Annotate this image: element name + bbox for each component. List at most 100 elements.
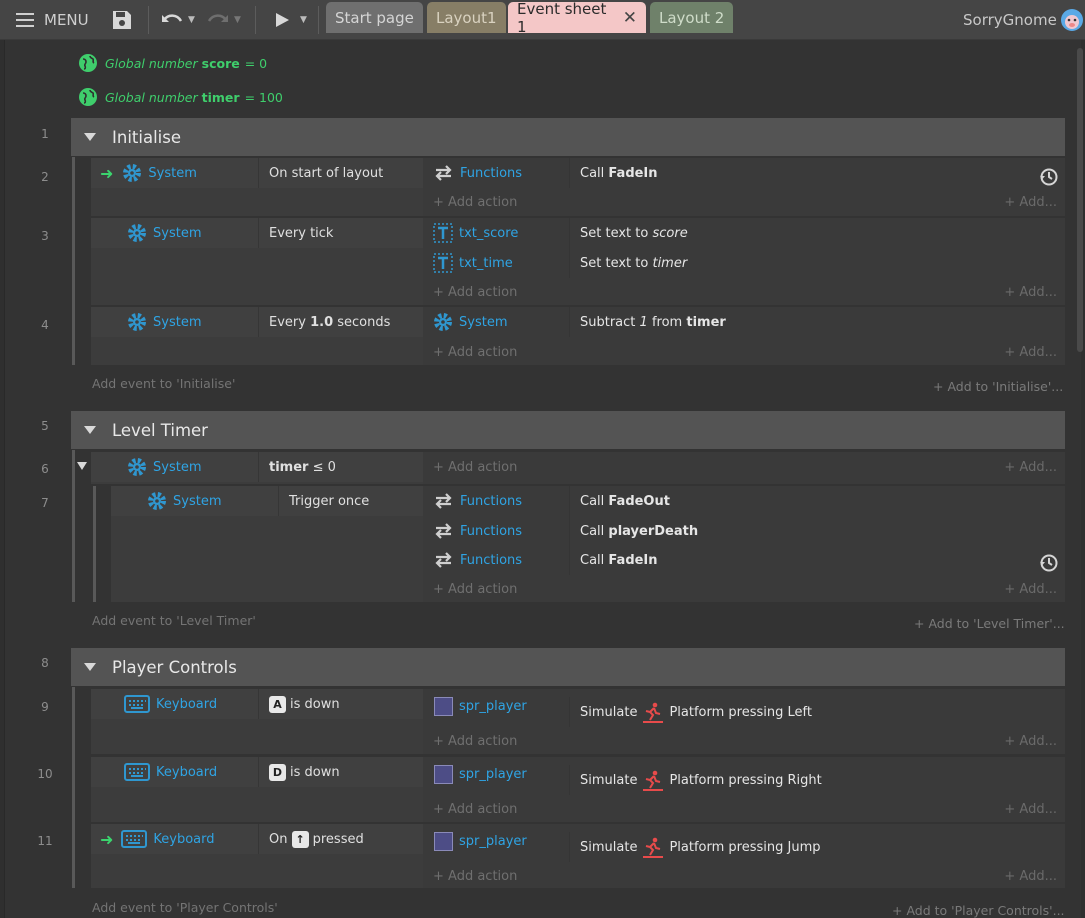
action-row[interactable]: Functions Call FadeIn bbox=[423, 545, 1065, 575]
add-action-button[interactable]: + Add action bbox=[433, 190, 517, 214]
action-row[interactable]: System Subtract 1 from timer bbox=[423, 307, 1065, 337]
condition-object[interactable]: Keyboard bbox=[91, 757, 258, 787]
condition-object[interactable]: Keyboard bbox=[91, 689, 258, 719]
preview-dropdown-icon[interactable]: ▼ bbox=[300, 15, 307, 25]
action-text[interactable]: Simulate Platform pressing Left bbox=[569, 697, 1065, 727]
save-button[interactable] bbox=[111, 0, 133, 40]
scrollbar[interactable] bbox=[1077, 48, 1083, 352]
tab-start-page[interactable]: Start page bbox=[326, 2, 423, 33]
add-to-group-button[interactable]: + Add to 'Level Timer'... bbox=[914, 616, 1065, 631]
action-row[interactable]: spr_player Simulate Platform pressing Ri… bbox=[423, 759, 1065, 795]
action-object[interactable]: System bbox=[423, 307, 569, 337]
event-block[interactable]: System timer ≤ 0 + Add action + Add... bbox=[91, 452, 1065, 484]
action-text[interactable]: Set text to score bbox=[569, 218, 1065, 248]
add-action-button[interactable]: + Add action bbox=[433, 455, 517, 479]
event-block[interactable]: System Trigger once Functions Call FadeO… bbox=[111, 486, 1065, 602]
add-more-button[interactable]: + Add... bbox=[1004, 864, 1057, 888]
action-text[interactable]: Call playerDeath bbox=[569, 516, 1065, 546]
add-event-to-group[interactable]: Add event to 'Initialise' bbox=[92, 376, 235, 391]
event-block[interactable]: System Every 1.0 seconds System Subtract… bbox=[91, 307, 1065, 365]
action-text[interactable]: Set text to timer bbox=[569, 248, 1065, 278]
add-action-button[interactable]: + Add action bbox=[433, 797, 517, 821]
global-variable-timer[interactable]: Global number timer = 100 bbox=[78, 86, 283, 108]
add-action-button[interactable]: + Add action bbox=[433, 864, 517, 888]
group-header-player-controls[interactable]: Player Controls bbox=[71, 648, 1065, 686]
collapse-icon[interactable] bbox=[84, 426, 96, 434]
add-action-button[interactable]: + Add action bbox=[433, 280, 517, 304]
add-event-to-group[interactable]: Add event to 'Level Timer' bbox=[92, 613, 256, 628]
tab-layout1[interactable]: Layout1 bbox=[427, 2, 506, 33]
event-block[interactable]: ➜ Keyboard On ↑ pressed spr_player Simula… bbox=[91, 824, 1065, 888]
condition-text[interactable]: Every 1.0 seconds bbox=[258, 307, 423, 337]
action-row[interactable]: spr_player Simulate Platform pressing Le… bbox=[423, 691, 1065, 727]
action-object[interactable]: spr_player bbox=[423, 826, 569, 856]
collapse-icon[interactable] bbox=[84, 133, 96, 141]
action-object[interactable]: txt_score bbox=[423, 218, 569, 248]
condition-text[interactable]: Dis down bbox=[258, 757, 423, 787]
action-row[interactable]: txt_score Set text to score bbox=[423, 218, 1065, 248]
condition-object[interactable]: System bbox=[111, 486, 278, 516]
condition-object[interactable]: System bbox=[91, 452, 258, 482]
condition-text[interactable]: On start of layout bbox=[258, 158, 423, 188]
undo-button[interactable]: ▼ bbox=[160, 0, 195, 40]
add-more-button[interactable]: + Add... bbox=[1004, 729, 1057, 753]
menu-button[interactable]: MENU bbox=[16, 0, 89, 40]
add-more-button[interactable]: + Add... bbox=[1004, 280, 1057, 304]
group-header-level-timer[interactable]: Level Timer bbox=[71, 411, 1065, 449]
add-event-to-group[interactable]: Add event to 'Player Controls' bbox=[92, 900, 278, 915]
condition-text[interactable]: Ais down bbox=[258, 689, 423, 719]
action-text[interactable]: Simulate Platform pressing Jump bbox=[569, 832, 1065, 862]
condition-object[interactable]: System bbox=[91, 218, 258, 248]
tab-event-sheet-1[interactable]: Event sheet 1 ✕ bbox=[508, 0, 646, 36]
action-text[interactable]: Call FadeIn bbox=[569, 158, 1065, 188]
action-object[interactable]: spr_player bbox=[423, 759, 569, 789]
add-to-group-button[interactable]: + Add to 'Initialise'... bbox=[933, 379, 1063, 394]
close-icon[interactable]: ✕ bbox=[623, 8, 637, 28]
event-block[interactable]: Keyboard Ais down spr_player Simulate Pl… bbox=[91, 689, 1065, 754]
add-more-button[interactable]: + Add... bbox=[1004, 190, 1057, 214]
action-row[interactable]: txt_time Set text to timer bbox=[423, 248, 1065, 278]
undo-dropdown-icon[interactable]: ▼ bbox=[188, 15, 195, 25]
add-more-button[interactable]: + Add... bbox=[1004, 455, 1057, 479]
condition-text[interactable]: Trigger once bbox=[278, 486, 423, 516]
user-account[interactable]: SorryGnome bbox=[963, 0, 1084, 40]
add-action-button[interactable]: + Add action bbox=[433, 577, 517, 601]
preview-button[interactable]: ▼ bbox=[274, 0, 307, 40]
add-to-group-button[interactable]: + Add to 'Player Controls'... bbox=[892, 903, 1065, 918]
collapse-icon[interactable] bbox=[84, 663, 96, 671]
action-row[interactable]: Functions Call FadeIn bbox=[423, 158, 1065, 188]
redo-button[interactable]: ▼ bbox=[206, 0, 241, 40]
action-text[interactable]: Subtract 1 from timer bbox=[569, 307, 1065, 337]
add-more-button[interactable]: + Add... bbox=[1004, 340, 1057, 364]
action-object[interactable]: Functions bbox=[423, 486, 569, 516]
event-block[interactable]: System Every tick txt_score Set text to … bbox=[91, 218, 1065, 305]
global-variable-score[interactable]: Global number score = 0 bbox=[78, 52, 267, 74]
action-object[interactable]: txt_time bbox=[423, 248, 569, 278]
condition-object[interactable]: ➜ System bbox=[91, 158, 258, 188]
tab-layout-2[interactable]: Layout 2 bbox=[650, 2, 734, 33]
action-object[interactable]: Functions bbox=[423, 545, 569, 575]
action-text[interactable]: Simulate Platform pressing Right bbox=[569, 765, 1065, 795]
add-more-button[interactable]: + Add... bbox=[1004, 797, 1057, 821]
group-header-initialise[interactable]: Initialise bbox=[71, 118, 1065, 156]
condition-object[interactable]: ➜ Keyboard bbox=[91, 824, 258, 854]
event-block[interactable]: Keyboard Dis down spr_player Simulate Pl… bbox=[91, 757, 1065, 822]
action-text[interactable]: Call FadeOut bbox=[569, 486, 1065, 516]
action-object[interactable]: Functions bbox=[423, 516, 569, 546]
condition-object[interactable]: System bbox=[91, 307, 258, 337]
add-action-button[interactable]: + Add action bbox=[433, 729, 517, 753]
action-row[interactable]: spr_player Simulate Platform pressing Ju… bbox=[423, 826, 1065, 862]
action-text[interactable]: Call FadeIn bbox=[569, 545, 1065, 575]
condition-text[interactable]: Every tick bbox=[258, 218, 423, 248]
add-action-button[interactable]: + Add action bbox=[433, 340, 517, 364]
event-block[interactable]: ➜ System On start of layout Functions Ca… bbox=[91, 158, 1065, 216]
subevent-collapse-icon[interactable] bbox=[77, 462, 87, 470]
action-row[interactable]: Functions Call playerDeath bbox=[423, 516, 1065, 546]
action-object[interactable]: Functions bbox=[423, 158, 569, 188]
add-more-button[interactable]: + Add... bbox=[1004, 577, 1057, 601]
condition-text[interactable]: timer ≤ 0 bbox=[258, 452, 423, 482]
condition-text[interactable]: On ↑ pressed bbox=[258, 824, 423, 854]
action-object[interactable]: spr_player bbox=[423, 691, 569, 721]
redo-dropdown-icon[interactable]: ▼ bbox=[234, 15, 241, 25]
action-row[interactable]: Functions Call FadeOut bbox=[423, 486, 1065, 516]
